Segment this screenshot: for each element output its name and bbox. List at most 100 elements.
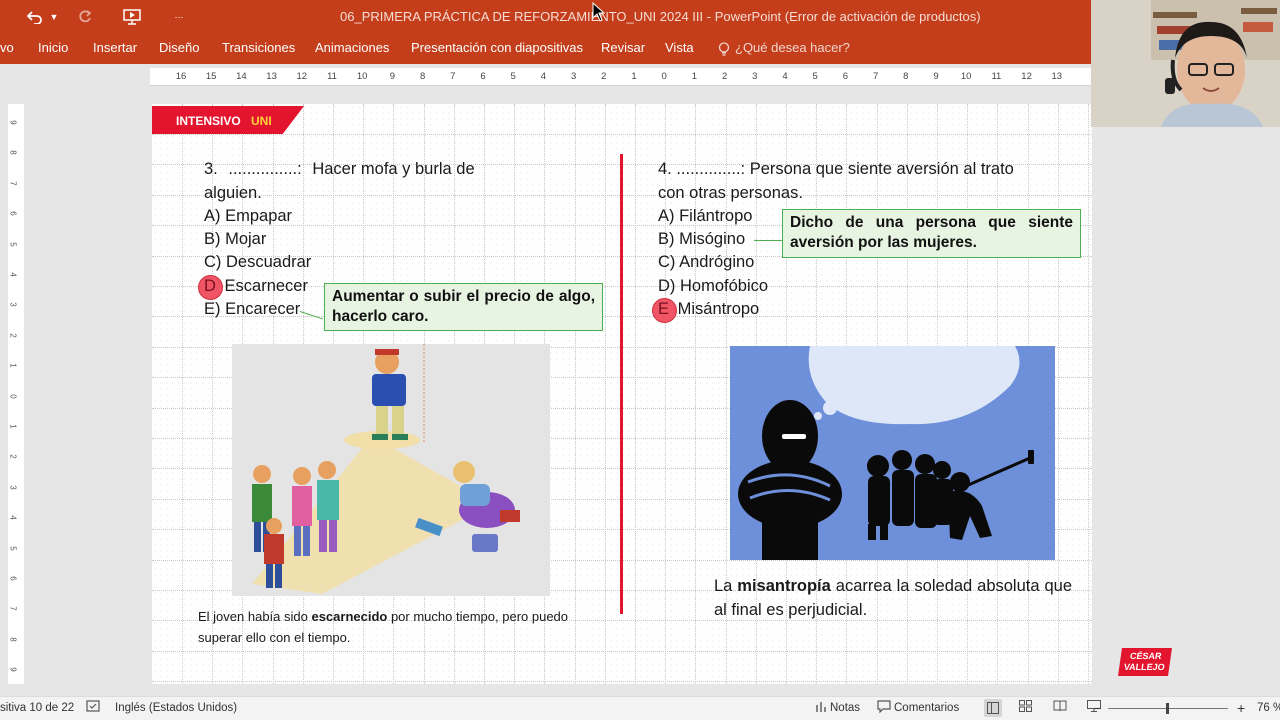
tab-revisar[interactable]: Revisar — [601, 40, 645, 55]
q3-option-c[interactable]: C) Descuadrar — [204, 253, 311, 272]
normal-view-icon[interactable] — [984, 699, 1002, 717]
option-letter: C) — [204, 253, 222, 271]
gridline — [152, 134, 1092, 135]
ruler-label: 3 — [8, 302, 18, 308]
ruler-label: 9 — [389, 71, 396, 82]
slide-counter[interactable]: sitiva 10 de 22 — [0, 702, 74, 714]
logo-line2: VALLEJO — [1123, 662, 1166, 672]
tab-insertar[interactable]: Insertar — [93, 40, 137, 55]
q3-definition-box[interactable]: Aumentar o subir el precio de algo, hace… — [324, 283, 603, 331]
notes-icon[interactable] — [815, 700, 827, 716]
q4-question-line1[interactable]: 4. ..............: Persona que siente av… — [658, 160, 1014, 179]
tab-presentacion[interactable]: Presentación con diapositivas — [411, 40, 583, 55]
ruler-label: 1 — [8, 424, 18, 429]
redo-icon[interactable] — [74, 6, 96, 28]
q3-statement: Hacer mofa y burla de — [312, 160, 475, 178]
customize-toolbar-icon[interactable]: ⋯ — [172, 6, 186, 28]
language-indicator[interactable]: Inglés (Estados Unidos) — [115, 702, 237, 714]
zoom-out-icon[interactable]: − — [1093, 700, 1101, 716]
zoom-slider-thumb[interactable] — [1166, 703, 1169, 714]
ruler-label: 3 — [752, 71, 758, 82]
misanthropy-illustration — [730, 346, 1055, 560]
ruler-label: 0 — [661, 71, 667, 82]
start-presentation-icon[interactable] — [120, 6, 144, 28]
ruler-label: 14 — [236, 71, 247, 82]
gridline — [635, 104, 636, 684]
tab-diseno[interactable]: Diseño — [159, 40, 199, 55]
ruler-label: 7 — [872, 71, 879, 82]
ruler-label: 11 — [327, 71, 337, 82]
ruler-label: 6 — [480, 71, 486, 82]
ruler-label: 5 — [510, 71, 516, 82]
ruler-label: 8 — [8, 150, 18, 156]
q4-option-d[interactable]: D) Homofóbico — [658, 277, 768, 296]
ruler-label: 9 — [8, 667, 18, 672]
option-letter: C) — [658, 253, 676, 271]
slide-sorter-icon[interactable] — [1019, 700, 1032, 715]
ruler-label: 11 — [991, 71, 1002, 82]
ruler-label: 1 — [631, 71, 637, 82]
comments-button[interactable]: Comentarios — [894, 702, 959, 714]
ruler-label: 0 — [8, 393, 18, 399]
q3-question-line2[interactable]: alguien. — [204, 184, 262, 203]
q4-option-a[interactable]: A) Filántropo — [658, 207, 752, 226]
option-letter: E) — [204, 300, 221, 318]
ruler-label: 7 — [8, 606, 18, 612]
undo-icon[interactable] — [24, 6, 46, 28]
q4-option-c[interactable]: C) Andrógino — [658, 253, 754, 272]
option-text: Empapar — [225, 207, 293, 225]
powerpoint-window: ▼ ⋯ 06_PRIMERA PRÁCTICA DE REFORZAMIENTO… — [0, 0, 1280, 720]
zoom-level[interactable]: 76 % — [1257, 702, 1280, 714]
gridline — [182, 104, 183, 684]
gridline — [574, 104, 576, 684]
ruler-label: 2 — [601, 71, 607, 82]
q3-option-a[interactable]: A) Empapar — [204, 207, 292, 226]
ruler-label: 7 — [450, 71, 456, 82]
webcam-overlay — [1091, 0, 1280, 127]
notes-button[interactable]: Notas — [830, 702, 860, 714]
ruler-label: 10 — [356, 71, 368, 82]
q3-question-line1[interactable]: 3. ...............: Hacer mofa y burla d… — [204, 160, 475, 179]
tab-transiciones[interactable]: Transiciones — [222, 40, 295, 55]
q3-option-e[interactable]: E) Encarecer — [204, 300, 300, 319]
q3-blank: ...............: — [228, 160, 302, 178]
intensivo-uni-badge: INTENSIVO UNI — [152, 106, 304, 134]
tell-me-search[interactable]: ¿Qué desea hacer? — [735, 40, 850, 55]
ruler-label: 6 — [842, 71, 849, 82]
tab-vista[interactable]: Vista — [665, 40, 694, 55]
ribbon-tabs: vo Inicio Insertar Diseño Transiciones A… — [0, 36, 1280, 64]
option-text: Homofóbico — [680, 277, 769, 295]
gridline — [152, 650, 1092, 652]
ruler-label: 5 — [8, 241, 18, 247]
undo-dropdown-icon[interactable]: ▼ — [48, 6, 60, 28]
comments-icon[interactable] — [877, 700, 891, 716]
tab-archivo[interactable]: vo — [0, 40, 14, 55]
ruler-label: 8 — [8, 637, 18, 642]
option-text: Misógino — [679, 230, 746, 248]
q3-option-b[interactable]: B) Mojar — [204, 230, 266, 249]
option-letter: D — [204, 277, 216, 295]
q4-question-line2[interactable]: con otras personas. — [658, 184, 803, 203]
option-letter: B) — [204, 230, 221, 248]
q4-option-b[interactable]: B) Misógino — [658, 230, 745, 249]
column-divider — [620, 154, 623, 614]
spellcheck-icon[interactable] — [86, 700, 100, 716]
q3-option-d[interactable]: D Escarnecer — [204, 277, 308, 296]
q4-definition-box[interactable]: Dicho de una persona que siente aversión… — [782, 209, 1081, 258]
ruler-label: 10 — [960, 71, 972, 82]
ruler-label: 9 — [8, 120, 18, 125]
ruler-label: 4 — [8, 272, 18, 277]
zoom-in-icon[interactable]: + — [1237, 700, 1245, 716]
ruler-label: 6 — [8, 211, 18, 216]
ruler-label: 4 — [540, 71, 547, 82]
reading-view-icon[interactable] — [1053, 700, 1067, 715]
q4-caption[interactable]: La misantropía acarrea la soledad absolu… — [714, 574, 1072, 622]
q4-option-e[interactable]: E Misántropo — [658, 300, 759, 319]
tab-inicio[interactable]: Inicio — [38, 40, 68, 55]
q3-caption[interactable]: El joven había sido escarnecido por much… — [198, 606, 608, 648]
tab-animaciones[interactable]: Animaciones — [315, 40, 389, 55]
caption-text: El joven había sido — [198, 609, 312, 624]
ruler-label: 7 — [8, 181, 18, 186]
caption-bold-word: misantropía — [737, 577, 831, 595]
ruler-label: 16 — [175, 71, 187, 82]
